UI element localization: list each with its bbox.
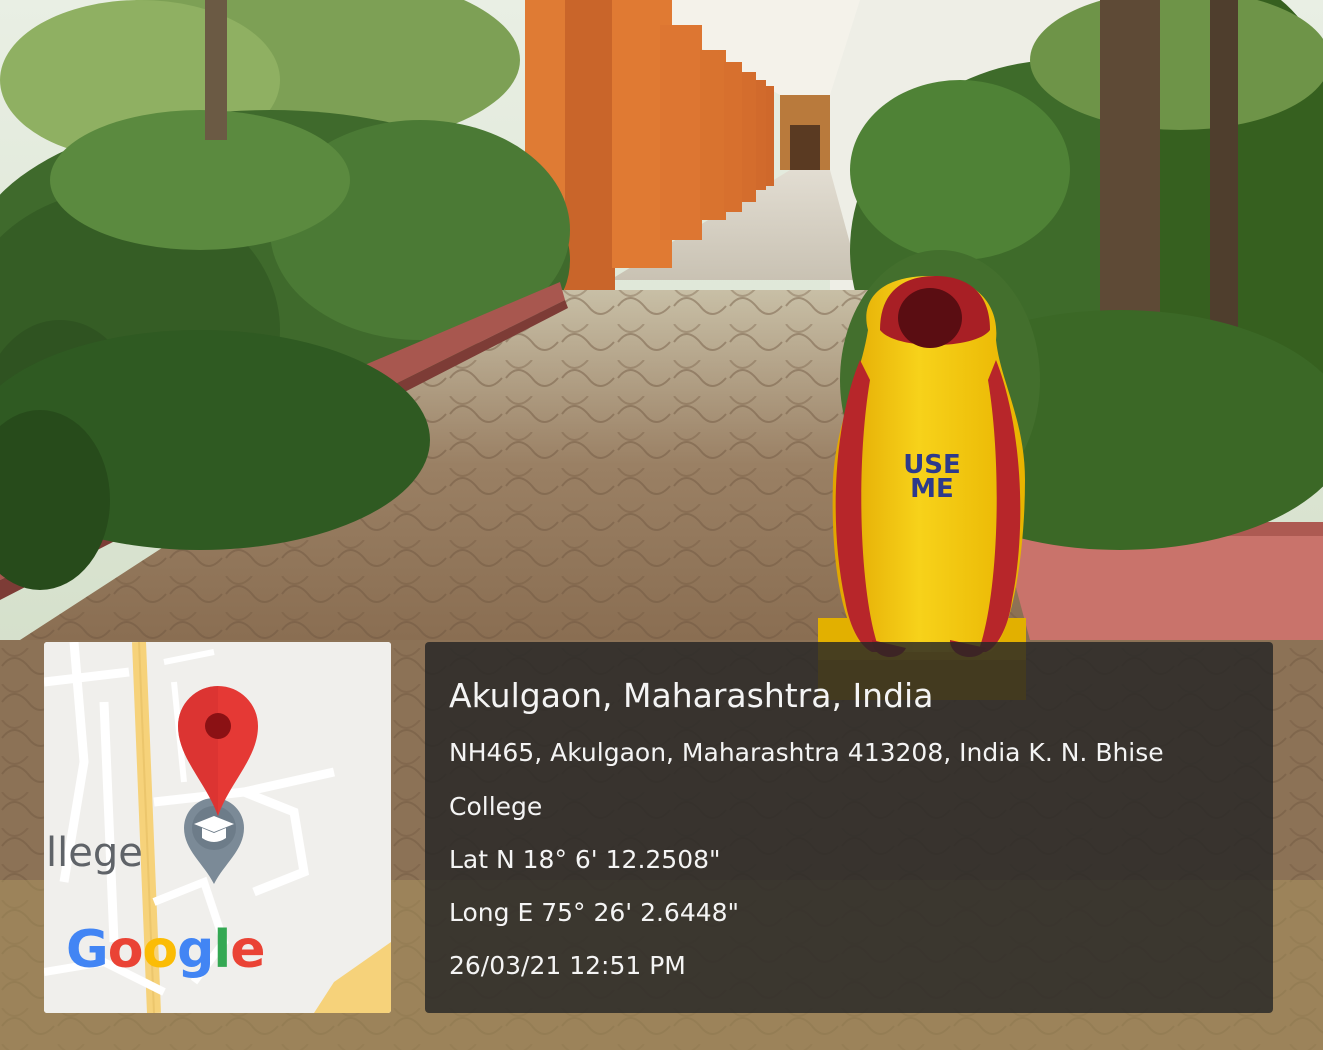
- bin-text: USE ME: [902, 452, 962, 504]
- address-line-2: College: [449, 792, 543, 821]
- google-logo-letter: o: [107, 920, 144, 980]
- google-logo-letter: e: [230, 920, 265, 980]
- google-logo-letter: l: [213, 920, 231, 980]
- map-thumbnail[interactable]: llege Google: [44, 642, 391, 1013]
- latitude: Lat N 18° 6' 12.2508": [449, 845, 721, 874]
- google-logo-letter: o: [142, 920, 178, 980]
- bin-text-line2: ME: [910, 474, 954, 504]
- address-line-1: NH465, Akulgaon, Maharashtra 413208, Ind…: [449, 738, 1164, 767]
- map-place-label: llege: [46, 830, 143, 876]
- google-logo: Google: [66, 920, 266, 980]
- google-logo-letter: G: [66, 920, 109, 980]
- location-info-panel: Akulgaon, Maharashtra, India NH465, Akul…: [425, 642, 1273, 1013]
- location-title: Akulgaon, Maharashtra, India: [449, 676, 934, 715]
- timestamp: 26/03/21 12:51 PM: [449, 951, 686, 980]
- longitude: Long E 75° 26' 2.6448": [449, 898, 740, 927]
- google-logo-letter: g: [177, 920, 214, 980]
